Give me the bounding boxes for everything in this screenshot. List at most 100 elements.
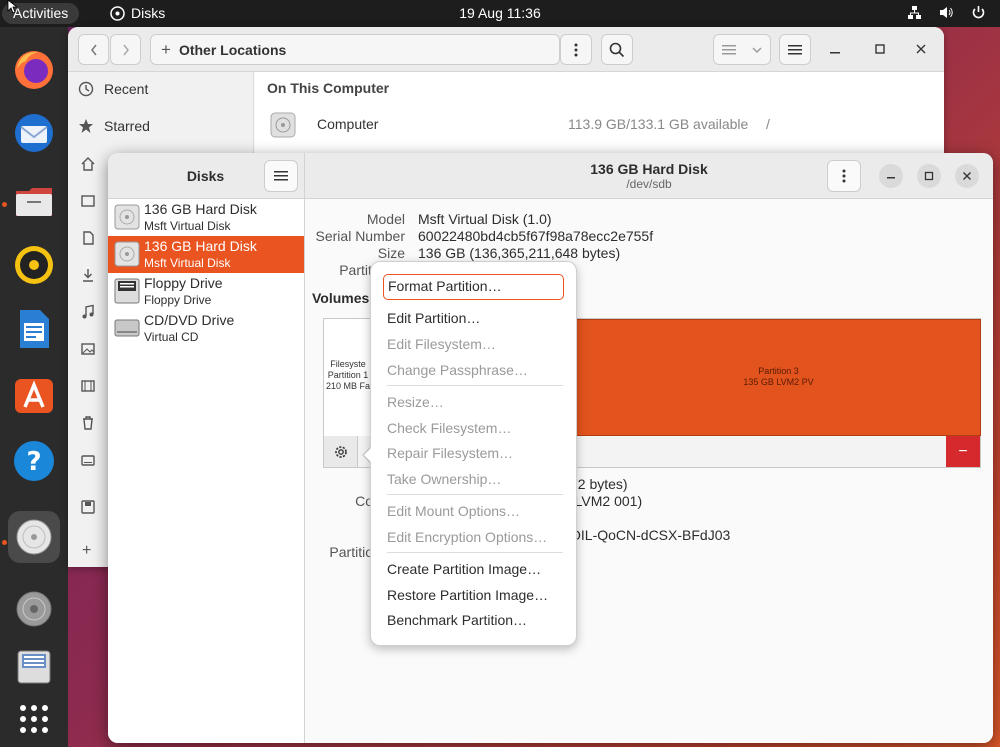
maximize-button[interactable] xyxy=(917,164,941,188)
partition-3-label: 135 GB LVM2 PV xyxy=(743,377,814,387)
partition-1-label: Partition 1 xyxy=(327,370,369,380)
desktop-icon[interactable] xyxy=(80,193,96,209)
dock-cd-drive[interactable] xyxy=(8,583,60,635)
drive-name: CD/DVD Drive xyxy=(144,312,235,328)
dock-rhythmbox[interactable] xyxy=(8,239,60,291)
cd-icon xyxy=(16,591,52,627)
disks-icon xyxy=(16,519,52,555)
size-value: 136 GB (136,365,211,648 bytes) xyxy=(418,245,621,261)
dock-app-center[interactable] xyxy=(8,369,60,421)
app-menu-label: Disks xyxy=(131,5,166,21)
disk-menu-button[interactable] xyxy=(827,160,861,192)
chevron-right-icon xyxy=(122,44,129,55)
forward-button[interactable] xyxy=(110,34,141,65)
home-icon[interactable] xyxy=(80,156,96,172)
menu-item-edit-mount-options[interactable]: Edit Mount Options… xyxy=(387,503,520,519)
menu-item-benchmark-partition[interactable]: Benchmark Partition… xyxy=(387,612,527,628)
computer-label: Computer xyxy=(317,116,379,132)
maximize-icon[interactable] xyxy=(875,44,885,54)
dock-show-apps[interactable] xyxy=(8,693,60,745)
partition-3-label: Partition 3 xyxy=(758,366,799,376)
delete-partition-button[interactable]: − xyxy=(946,436,980,467)
view-toggle-button[interactable] xyxy=(713,34,771,65)
minimize-button[interactable] xyxy=(879,164,903,188)
chevron-down-icon xyxy=(752,47,762,53)
sidebar-item-starred[interactable]: Starred xyxy=(78,118,150,134)
computer-path: / xyxy=(766,116,770,132)
menu-item-take-ownership[interactable]: Take Ownership… xyxy=(387,471,501,487)
menu-item-format-partition[interactable]: Format Partition… xyxy=(383,274,564,300)
drive-item-floppy[interactable]: Floppy Drive Floppy Drive xyxy=(108,273,304,310)
search-button[interactable] xyxy=(601,34,633,65)
hamburger-icon xyxy=(274,171,288,181)
menu-item-check-filesystem[interactable]: Check Filesystem… xyxy=(387,420,511,436)
clock[interactable]: 19 Aug 11:36 xyxy=(459,5,540,21)
partition-1-block[interactable]: Filesyste Partition 1 210 MB Fa xyxy=(324,319,373,436)
back-button[interactable] xyxy=(78,34,109,65)
dock-files[interactable] xyxy=(8,175,60,227)
dock-disks[interactable] xyxy=(8,511,60,563)
menu-item-restore-partition-image[interactable]: Restore Partition Image… xyxy=(387,587,548,603)
folder-icon xyxy=(16,188,52,216)
dock-help[interactable]: ? xyxy=(8,435,60,487)
trash-icon[interactable] xyxy=(80,415,96,431)
close-icon xyxy=(963,172,971,180)
star-icon xyxy=(79,119,93,133)
menu-item-resize[interactable]: Resize… xyxy=(387,394,444,410)
disks-app-icon xyxy=(110,5,125,21)
plus-icon: + xyxy=(161,39,171,59)
close-icon[interactable] xyxy=(916,44,926,54)
drive-name: 136 GB Hard Disk xyxy=(144,201,257,217)
disks-app-menu-button[interactable] xyxy=(264,160,298,192)
partition-1-label: 210 MB Fa xyxy=(325,381,371,391)
menu-item-create-partition-image[interactable]: Create Partition Image… xyxy=(387,561,541,577)
downloads-icon[interactable] xyxy=(80,267,96,283)
dock-writer[interactable] xyxy=(8,303,60,355)
menu-item-edit-partition[interactable]: Edit Partition… xyxy=(387,310,480,326)
close-button[interactable] xyxy=(955,164,979,188)
firefox-icon xyxy=(15,51,53,89)
menu-item-repair-filesystem[interactable]: Repair Filesystem… xyxy=(387,445,513,461)
optical-drive-icon xyxy=(114,319,140,337)
volume-icon xyxy=(940,7,953,18)
dock-floppy-drive[interactable] xyxy=(8,641,60,693)
sidebar-item-label: Starred xyxy=(104,118,150,134)
hard-disk-icon xyxy=(114,204,140,230)
minimize-icon[interactable] xyxy=(829,45,841,55)
partition-settings-button[interactable] xyxy=(324,436,358,467)
music-icon[interactable] xyxy=(80,304,96,320)
drive-item-hard-disk-1[interactable]: 136 GB Hard Disk Msft Virtual Disk xyxy=(108,199,304,236)
menu-item-change-passphrase[interactable]: Change Passphrase… xyxy=(387,362,528,378)
files-main-menu-button[interactable] xyxy=(779,34,811,65)
dock-thunderbird[interactable] xyxy=(8,107,60,159)
app-menu[interactable]: Disks xyxy=(110,5,165,21)
location-bar[interactable]: + Other Locations xyxy=(150,34,560,65)
videos-icon[interactable] xyxy=(80,378,96,394)
pictures-icon[interactable] xyxy=(80,341,96,357)
menu-item-edit-filesystem[interactable]: Edit Filesystem… xyxy=(387,336,496,352)
location-menu-button[interactable] xyxy=(560,34,592,65)
system-tray[interactable] xyxy=(907,5,986,20)
dock-firefox[interactable] xyxy=(8,43,60,95)
sidebar-item-recent[interactable]: Recent xyxy=(78,81,148,97)
other-locations-plus-icon[interactable]: + xyxy=(82,542,91,560)
documents-icon[interactable] xyxy=(80,230,96,246)
thunderbird-icon xyxy=(15,114,53,152)
drive-subtitle: Virtual CD xyxy=(144,330,199,344)
menu-item-edit-encryption-options[interactable]: Edit Encryption Options… xyxy=(387,529,547,545)
drive-item-hard-disk-2[interactable]: 136 GB Hard Disk Msft Virtual Disk xyxy=(108,236,304,273)
vertical-dots-icon xyxy=(842,169,846,183)
vertical-dots-icon xyxy=(574,43,578,56)
clock-icon xyxy=(78,81,94,97)
floppy-drive-icon[interactable] xyxy=(80,499,96,515)
drive-icon[interactable] xyxy=(80,452,96,468)
computer-row[interactable]: Computer 113.9 GB/133.1 GB available / xyxy=(255,98,944,150)
drive-item-cd-dvd[interactable]: CD/DVD Drive Virtual CD xyxy=(108,310,304,347)
app-grid-icon xyxy=(20,705,48,733)
partition-3-block[interactable]: Partition 3 135 GB LVM2 PV xyxy=(576,319,981,436)
partition-context-menu: Format Partition… Edit Partition… Edit F… xyxy=(370,261,577,646)
list-view-icon xyxy=(722,44,736,54)
minimize-icon xyxy=(887,177,895,179)
model-value: Msft Virtual Disk (1.0) xyxy=(418,211,552,227)
svg-text:?: ? xyxy=(26,447,41,477)
